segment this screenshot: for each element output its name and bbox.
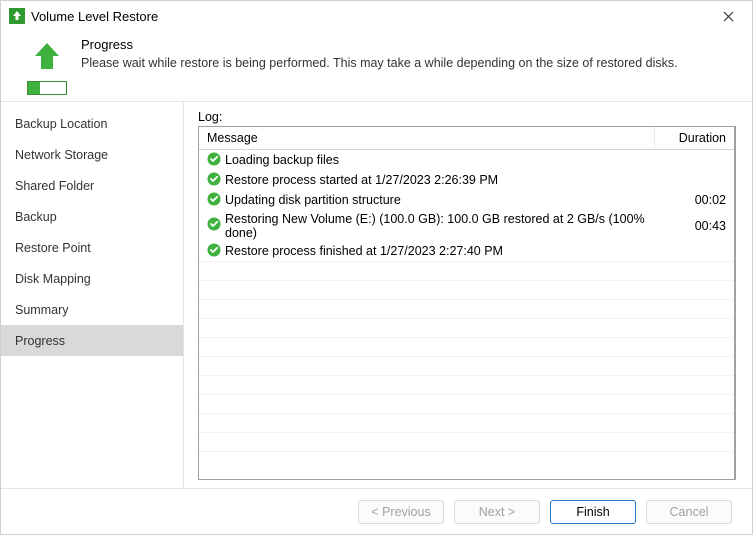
log-scroll[interactable]: Message Duration Loading backup files Res… (199, 127, 734, 479)
sidebar-item-label: Network Storage (15, 148, 108, 162)
log-duration-cell (654, 170, 734, 190)
sidebar-item-backup[interactable]: Backup (1, 201, 183, 232)
sidebar-item-shared-folder[interactable]: Shared Folder (1, 170, 183, 201)
upload-arrow-icon (29, 39, 65, 75)
header-title: Progress (81, 37, 736, 52)
sidebar-item-progress[interactable]: Progress (1, 325, 183, 356)
sidebar-item-label: Restore Point (15, 241, 91, 255)
log-row-empty (199, 376, 734, 395)
log-message-cell: Restore process finished at 1/27/2023 2:… (207, 243, 646, 260)
log-row[interactable]: Loading backup files (199, 150, 734, 171)
sidebar: Backup Location Network Storage Shared F… (1, 102, 184, 488)
log-message-text: Restore process finished at 1/27/2023 2:… (225, 244, 503, 258)
log-row-empty (199, 300, 734, 319)
finish-button[interactable]: Finish (550, 500, 636, 524)
log-message-text: Loading backup files (225, 153, 339, 167)
sidebar-item-summary[interactable]: Summary (1, 294, 183, 325)
footer: < Previous Next > Finish Cancel (1, 488, 752, 534)
log-message-cell: Updating disk partition structure (207, 192, 646, 209)
log-row-empty (199, 357, 734, 376)
log-row-empty (199, 319, 734, 338)
log-message-text: Restoring New Volume (E:) (100.0 GB): 10… (225, 212, 646, 240)
sidebar-item-network-storage[interactable]: Network Storage (1, 139, 183, 170)
status-ok-icon (207, 192, 221, 209)
log-header-duration[interactable]: Duration (654, 127, 734, 150)
log-duration-cell: 00:02 (654, 190, 734, 210)
log-row-empty (199, 433, 734, 452)
close-button[interactable] (712, 4, 744, 28)
status-ok-icon (207, 243, 221, 260)
log-row-empty (199, 452, 734, 471)
log-duration-cell (654, 241, 734, 262)
next-button: Next > (454, 500, 540, 524)
log-row-empty (199, 281, 734, 300)
status-ok-icon (207, 152, 221, 169)
log-row[interactable]: Updating disk partition structure 00:02 (199, 190, 734, 210)
cancel-button: Cancel (646, 500, 732, 524)
log-duration-cell: 00:43 (654, 210, 734, 241)
log-row[interactable]: Restoring New Volume (E:) (100.0 GB): 10… (199, 210, 734, 241)
log-table: Message Duration Loading backup files Res… (198, 126, 736, 480)
log-duration-cell (654, 150, 734, 171)
sidebar-item-disk-mapping[interactable]: Disk Mapping (1, 263, 183, 294)
log-row[interactable]: Restore process finished at 1/27/2023 2:… (199, 241, 734, 262)
log-row-empty (199, 395, 734, 414)
body: Backup Location Network Storage Shared F… (1, 101, 752, 488)
progress-bar-icon (27, 81, 67, 95)
header-text: Progress Please wait while restore is be… (77, 37, 736, 95)
header-icon-column (17, 37, 77, 95)
log-header-message[interactable]: Message (199, 127, 654, 150)
log-row-empty (199, 338, 734, 357)
sidebar-item-label: Progress (15, 334, 65, 348)
log-row-empty (199, 414, 734, 433)
log-message-text: Restore process started at 1/27/2023 2:2… (225, 173, 498, 187)
sidebar-item-backup-location[interactable]: Backup Location (1, 108, 183, 139)
log-message-text: Updating disk partition structure (225, 193, 401, 207)
sidebar-item-label: Disk Mapping (15, 272, 91, 286)
status-ok-icon (207, 172, 221, 189)
sidebar-item-restore-point[interactable]: Restore Point (1, 232, 183, 263)
window: Volume Level Restore Progress Please wai… (0, 0, 753, 535)
log-label: Log: (198, 110, 736, 124)
window-title: Volume Level Restore (31, 9, 712, 24)
sidebar-item-label: Backup Location (15, 117, 107, 131)
titlebar: Volume Level Restore (1, 1, 752, 31)
status-ok-icon (207, 217, 221, 234)
header: Progress Please wait while restore is be… (1, 31, 752, 101)
log-row-empty (199, 262, 734, 281)
log-row[interactable]: Restore process started at 1/27/2023 2:2… (199, 170, 734, 190)
log-message-cell: Restore process started at 1/27/2023 2:2… (207, 172, 646, 189)
previous-button: < Previous (358, 500, 444, 524)
header-description: Please wait while restore is being perfo… (81, 56, 736, 70)
sidebar-item-label: Summary (15, 303, 68, 317)
sidebar-item-label: Shared Folder (15, 179, 94, 193)
log-message-cell: Restoring New Volume (E:) (100.0 GB): 10… (207, 212, 646, 240)
app-icon (9, 8, 25, 24)
sidebar-item-label: Backup (15, 210, 57, 224)
log-message-cell: Loading backup files (207, 152, 646, 169)
main-panel: Log: Message Duration Loading backup fil… (184, 102, 752, 488)
